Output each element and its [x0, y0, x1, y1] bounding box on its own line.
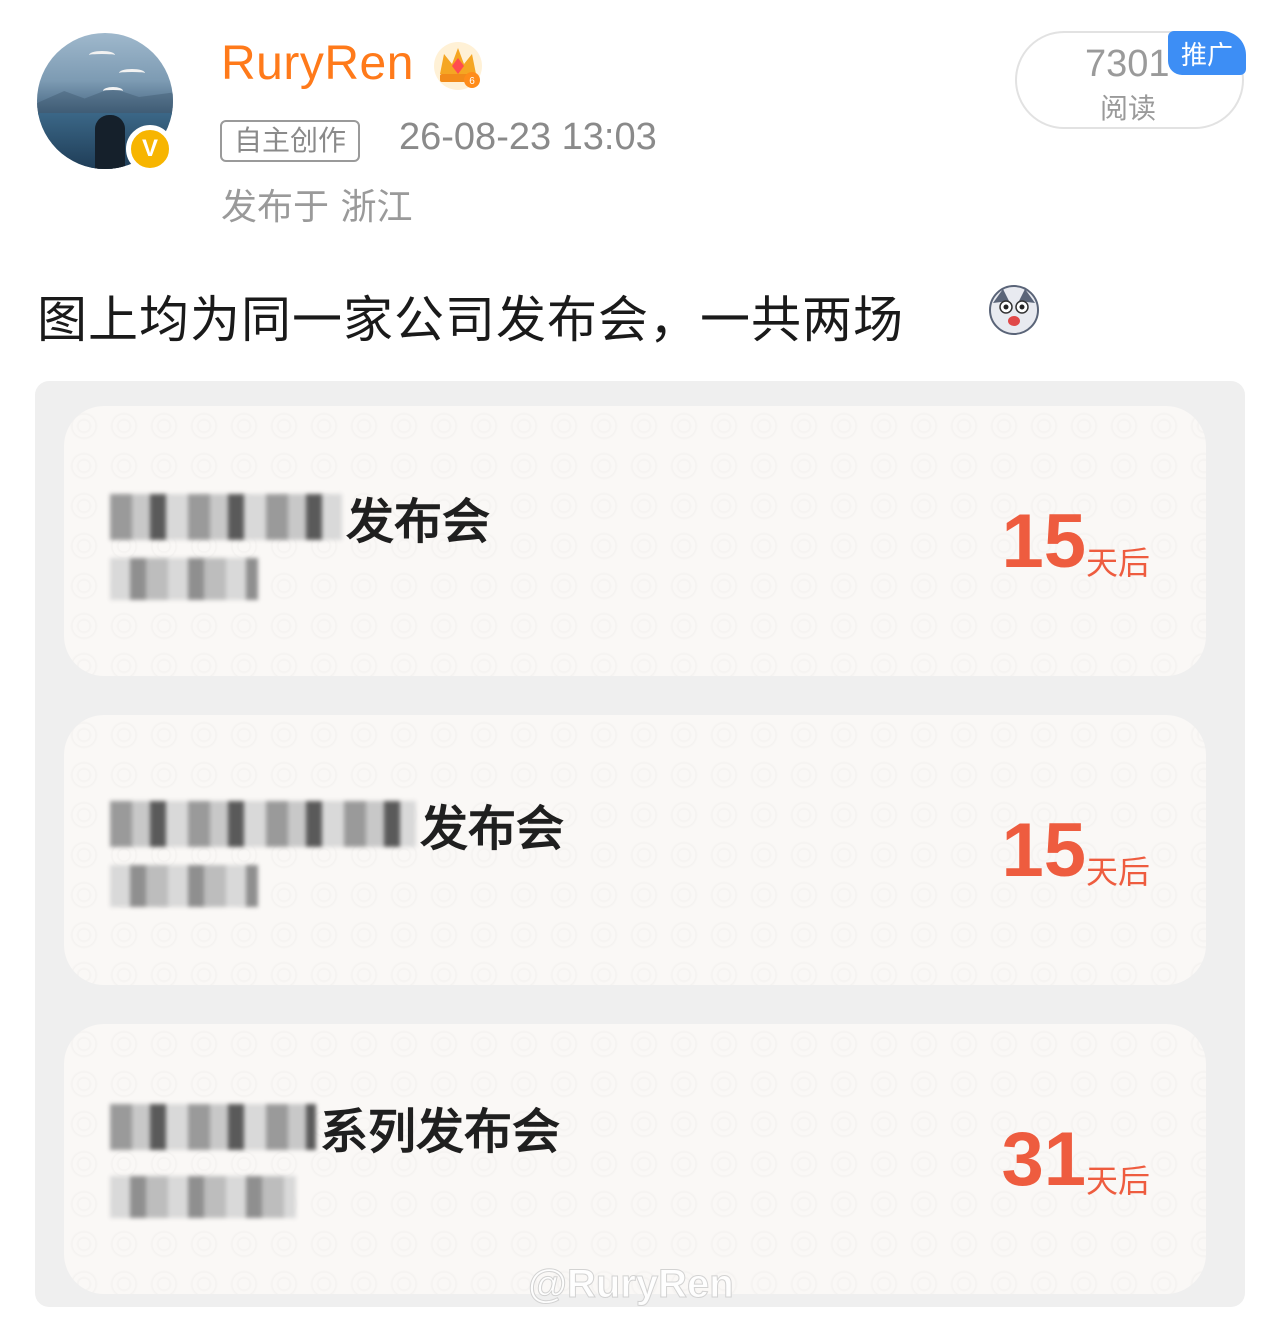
verified-icon: V	[126, 125, 174, 173]
emoji-icon	[989, 285, 1039, 335]
days-unit: 天后	[1085, 544, 1150, 582]
blurred-text	[110, 801, 416, 847]
blurred-subtitle	[110, 558, 258, 600]
event-title-suffix: 发布会	[420, 801, 565, 857]
event-card: 系列发布会 31 天后	[64, 1024, 1206, 1294]
avatar-bird	[89, 51, 115, 59]
days-count: 15	[1001, 808, 1086, 893]
blurred-subtitle	[110, 865, 258, 907]
days-unit: 天后	[1085, 853, 1150, 891]
post-time: 26-08-23 13:03	[399, 116, 657, 158]
event-title: 发布会	[110, 789, 564, 859]
event-title-suffix: 发布会	[346, 494, 491, 550]
event-title: 系列发布会	[110, 1092, 560, 1162]
post-text: 图上均为同一家公司发布会，一共两场	[37, 291, 904, 349]
read-count: 7301	[1085, 43, 1170, 85]
promote-badge[interactable]: 推广	[1168, 31, 1246, 75]
username[interactable]: RuryRen	[221, 36, 414, 91]
blurred-subtitle	[110, 1176, 296, 1218]
read-count-label: 阅读	[1100, 92, 1157, 125]
avatar-bird	[119, 69, 145, 77]
blurred-text	[110, 494, 342, 540]
blurred-text	[110, 1104, 316, 1150]
days-count: 31	[1001, 1117, 1086, 1202]
event-title: 发布会	[110, 482, 490, 552]
event-title-suffix: 系列发布会	[320, 1104, 561, 1160]
watermark: @RuryRen	[528, 1262, 735, 1307]
days-count: 15	[1001, 499, 1086, 584]
event-card: 发布会 15 天后	[64, 406, 1206, 676]
svg-text:6: 6	[469, 76, 475, 87]
avatar-person	[95, 115, 125, 169]
original-tag: 自主创作	[220, 120, 361, 162]
crown-icon[interactable]: 6	[432, 40, 484, 92]
event-card: 发布会 15 天后	[64, 715, 1206, 985]
post-location: 发布于 浙江	[221, 187, 413, 228]
avatar-bird	[103, 87, 123, 95]
days-unit: 天后	[1085, 1162, 1150, 1200]
